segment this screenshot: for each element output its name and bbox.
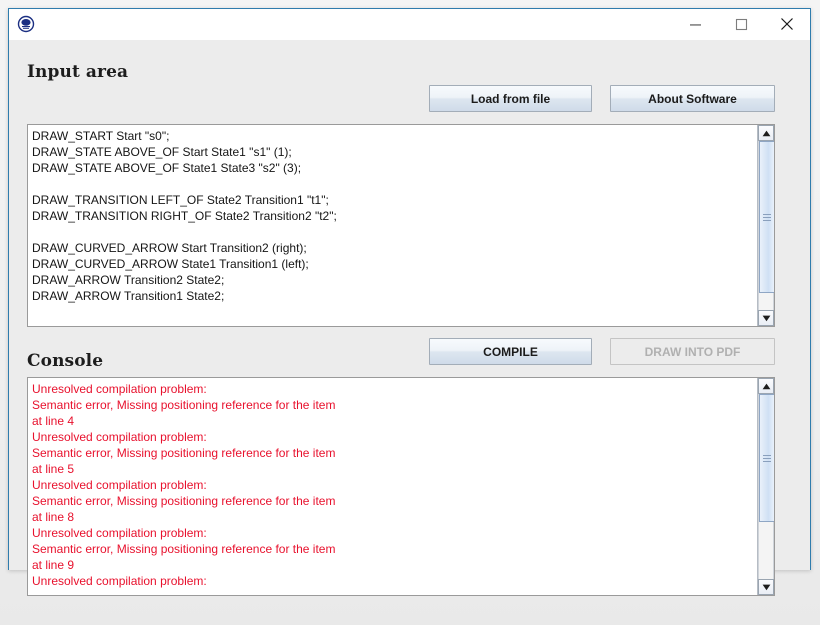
scroll-up-arrow-icon[interactable]: [758, 125, 774, 141]
compile-button[interactable]: COMPILE: [429, 338, 592, 365]
console-error-line: Unresolved compilation problem:: [32, 478, 207, 492]
page-title-console: Console: [27, 351, 104, 371]
about-software-button[interactable]: About Software: [610, 85, 775, 112]
input-scroll-thumb[interactable]: [759, 141, 774, 293]
page-title-input-area: Input area: [27, 62, 129, 82]
input-code-line: [32, 176, 753, 192]
console-error-line: Semantic error, Missing positioning refe…: [32, 446, 336, 460]
close-icon[interactable]: [764, 9, 810, 39]
window-controls: [672, 9, 810, 39]
maximize-icon[interactable]: [718, 9, 764, 39]
scroll-up-arrow-icon[interactable]: [758, 378, 774, 394]
input-code-line: DRAW_ARROW Transition2 State2;: [32, 273, 225, 287]
scroll-grip-icon: [763, 212, 771, 223]
input-code-line: DRAW_STATE ABOVE_OF State1 State3 "s2" (…: [32, 161, 302, 175]
input-code-line: DRAW_TRANSITION RIGHT_OF State2 Transiti…: [32, 209, 337, 223]
console-error-line: Semantic error, Missing positioning refe…: [32, 542, 336, 556]
console-error-line: at line 9: [32, 558, 75, 572]
input-code-line: DRAW_STATE ABOVE_OF Start State1 "s1" (1…: [32, 145, 292, 159]
input-code-line: DRAW_START Start "s0";: [32, 129, 170, 143]
console-output[interactable]: Unresolved compilation problem: Semantic …: [27, 377, 775, 596]
scroll-down-arrow-icon[interactable]: [758, 579, 774, 595]
input-code-line: DRAW_ARROW Transition1 State2;: [32, 289, 225, 303]
console-error-line: at line 5: [32, 462, 75, 476]
window-client-area: Input area Load from file About Software…: [9, 40, 810, 596]
window-titlebar[interactable]: [9, 9, 810, 40]
load-from-file-button[interactable]: Load from file: [429, 85, 592, 112]
console-error-line: Unresolved compilation problem:: [32, 574, 207, 588]
input-code-line: DRAW_CURVED_ARROW State1 Transition1 (le…: [32, 257, 309, 271]
console-error-line: Semantic error, Missing positioning refe…: [32, 398, 336, 412]
application-window: Input area Load from file About Software…: [8, 8, 811, 596]
input-code-line: DRAW_TRANSITION LEFT_OF State2 Transitio…: [32, 193, 329, 207]
draw-into-pdf-button: DRAW INTO PDF: [610, 338, 775, 365]
minimize-icon[interactable]: [672, 9, 718, 39]
console-error-line: Unresolved compilation problem:: [32, 382, 207, 396]
console-vertical-scrollbar[interactable]: [757, 378, 774, 595]
input-code-line: DRAW_CURVED_ARROW Start Transition2 (rig…: [32, 241, 307, 255]
java-duke-icon: [17, 15, 35, 33]
console-error-line: at line 4: [32, 414, 75, 428]
console-error-line: at line 8: [32, 510, 75, 524]
console-scroll-thumb[interactable]: [759, 394, 774, 522]
input-scroll-track[interactable]: [758, 141, 774, 310]
console-scroll-track[interactable]: [758, 394, 774, 579]
console-text-content: Unresolved compilation problem: Semantic …: [28, 378, 757, 595]
input-code-line: [32, 224, 753, 240]
input-textarea[interactable]: DRAW_START Start "s0"; DRAW_STATE ABOVE_O…: [27, 124, 775, 327]
input-vertical-scrollbar[interactable]: [757, 125, 774, 326]
console-error-line: Unresolved compilation problem:: [32, 526, 207, 540]
desktop-background: Input area Load from file About Software…: [0, 0, 820, 625]
console-error-line: Unresolved compilation problem:: [32, 430, 207, 444]
console-error-line: Semantic error, Missing positioning refe…: [32, 494, 336, 508]
scroll-down-arrow-icon[interactable]: [758, 310, 774, 326]
scroll-grip-icon: [763, 453, 771, 464]
input-text-content: DRAW_START Start "s0"; DRAW_STATE ABOVE_O…: [28, 125, 757, 326]
